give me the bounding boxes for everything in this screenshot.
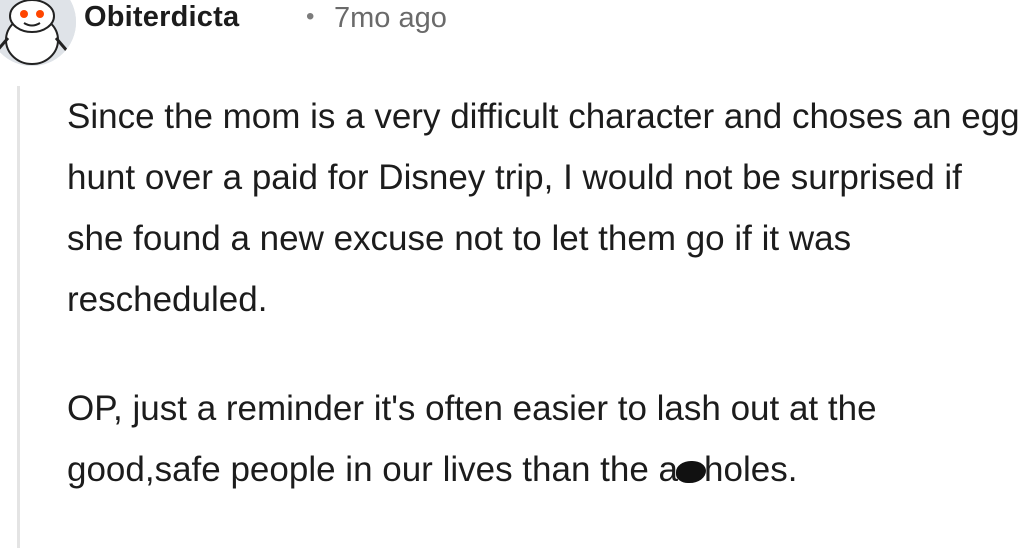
censored-word-suffix: holes. [704,450,798,489]
user-avatar[interactable] [0,0,76,66]
thread-line[interactable] [17,86,20,548]
comment-body: Since the mom is a very difficult charac… [67,86,1027,500]
comment: Obiterdicta • 7mo ago Since the mom is a… [0,0,1030,548]
censor-blot [676,461,707,483]
censored-word: a holes. [659,450,798,489]
comment-paragraph: Since the mom is a very difficult charac… [67,97,1020,319]
censored-word-prefix: a [658,450,679,489]
separator-dot: • [306,3,315,30]
comment-paragraph: OP, just a reminder it's often easier to… [67,378,1027,500]
username[interactable]: Obiterdicta [84,1,239,34]
reddit-snoo-avatar-icon [0,0,76,66]
timestamp[interactable]: 7mo ago [334,2,447,35]
